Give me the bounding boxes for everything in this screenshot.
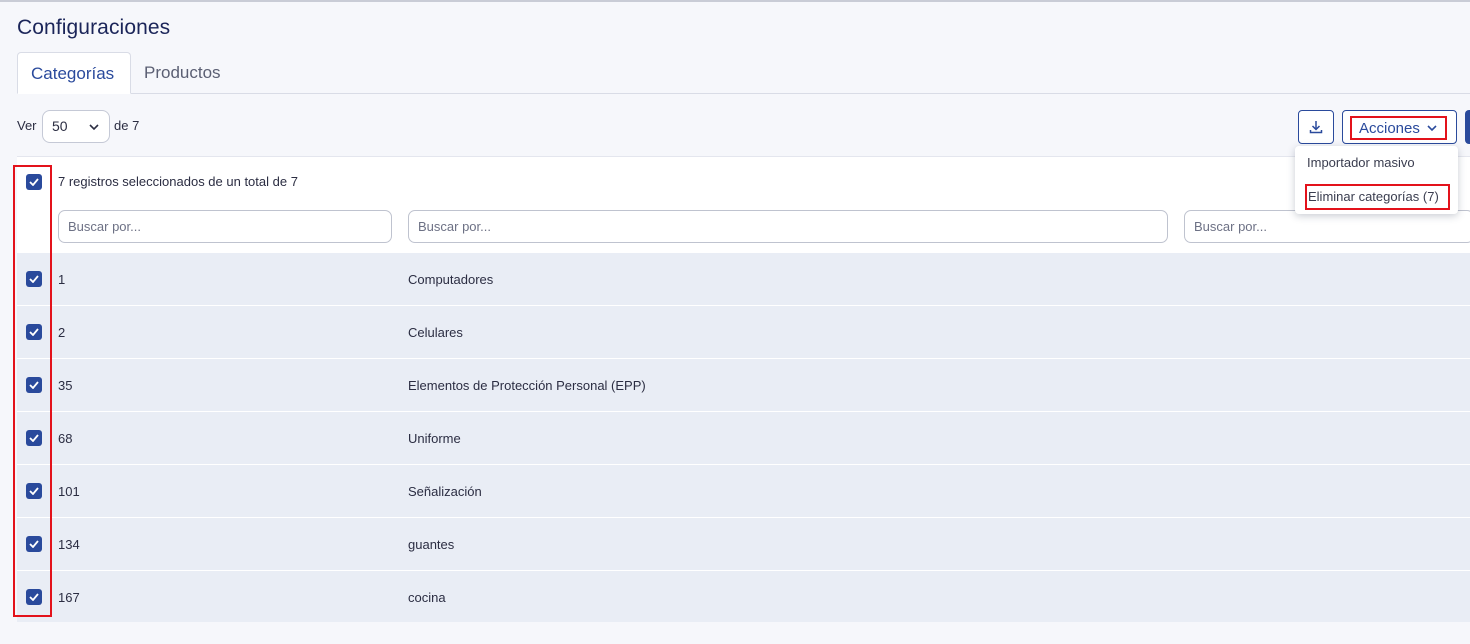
table-row[interactable]: 2 Celulares (17, 305, 1470, 358)
table-row[interactable]: 167 cocina (17, 570, 1470, 622)
row-name: Celulares (408, 325, 463, 340)
row-checkbox[interactable] (26, 536, 42, 552)
actions-menu: Importador masivo Eliminar categorías (7… (1295, 146, 1458, 214)
check-icon (29, 178, 39, 186)
row-name: guantes (408, 537, 455, 552)
row-checkbox[interactable] (26, 483, 42, 499)
check-icon (29, 275, 39, 283)
row-name: Uniforme (408, 431, 461, 446)
actions-dropdown-button[interactable]: Acciones (1342, 110, 1457, 144)
row-id: 101 (58, 484, 80, 499)
download-icon (1309, 121, 1323, 134)
tab-productos[interactable]: Productos (131, 52, 234, 94)
filter-input-extra[interactable]: Buscar por... (1184, 210, 1470, 243)
row-checkbox[interactable] (26, 324, 42, 340)
filter-input-name[interactable]: Buscar por... (408, 210, 1168, 243)
check-icon (29, 434, 39, 442)
row-id: 68 (58, 431, 73, 446)
top-border (0, 0, 1470, 2)
selection-summary: 7 registros seleccionados de un total de… (58, 174, 298, 189)
check-icon (29, 487, 39, 495)
select-all-checkbox[interactable] (26, 174, 42, 190)
table-row[interactable]: 35 Elementos de Protección Personal (EPP… (17, 358, 1470, 411)
row-name: Elementos de Protección Personal (EPP) (408, 378, 646, 393)
check-icon (29, 328, 39, 336)
row-id: 1 (58, 272, 66, 287)
page-size-value: 50 (52, 118, 68, 134)
row-checkbox[interactable] (26, 430, 42, 446)
table-row[interactable]: 134 guantes (17, 517, 1470, 570)
check-icon (29, 540, 39, 548)
check-icon (29, 593, 39, 601)
menu-item-bulk-import[interactable]: Importador masivo (1307, 155, 1415, 170)
check-icon (29, 381, 39, 389)
menu-item-delete-categories[interactable]: Eliminar categorías (7) (1305, 184, 1450, 210)
total-count-label: de 7 (114, 118, 140, 133)
actions-highlight-box: Acciones (1350, 116, 1447, 140)
row-checkbox[interactable] (26, 271, 42, 287)
chevron-down-icon (89, 124, 99, 131)
table-row[interactable]: 1 Computadores (17, 252, 1470, 305)
row-name: Señalización (408, 484, 482, 499)
row-name: cocina (408, 590, 446, 605)
page-size-label: Ver (17, 118, 37, 133)
row-name: Computadores (408, 272, 494, 287)
table-header: 7 registros seleccionados de un total de… (17, 157, 1470, 252)
partial-primary-button[interactable] (1465, 110, 1470, 144)
download-button[interactable] (1298, 110, 1334, 144)
categories-table: 7 registros seleccionados de un total de… (17, 156, 1470, 622)
tab-categorias[interactable]: Categorías (17, 52, 131, 94)
page-title: Configuraciones (17, 16, 171, 39)
filter-input-id[interactable]: Buscar por... (58, 210, 392, 243)
table-row[interactable]: 101 Señalización (17, 464, 1470, 517)
row-checkbox[interactable] (26, 377, 42, 393)
row-id: 2 (58, 325, 66, 340)
page-size-select[interactable]: 50 (42, 110, 110, 143)
row-id: 134 (58, 537, 80, 552)
row-checkbox[interactable] (26, 589, 42, 605)
chevron-down-icon (1427, 125, 1437, 132)
tab-bar: Categorías Productos (17, 52, 1470, 94)
row-id: 167 (58, 590, 80, 605)
table-row[interactable]: 68 Uniforme (17, 411, 1470, 464)
row-id: 35 (58, 378, 73, 393)
actions-label: Acciones (1359, 119, 1420, 137)
